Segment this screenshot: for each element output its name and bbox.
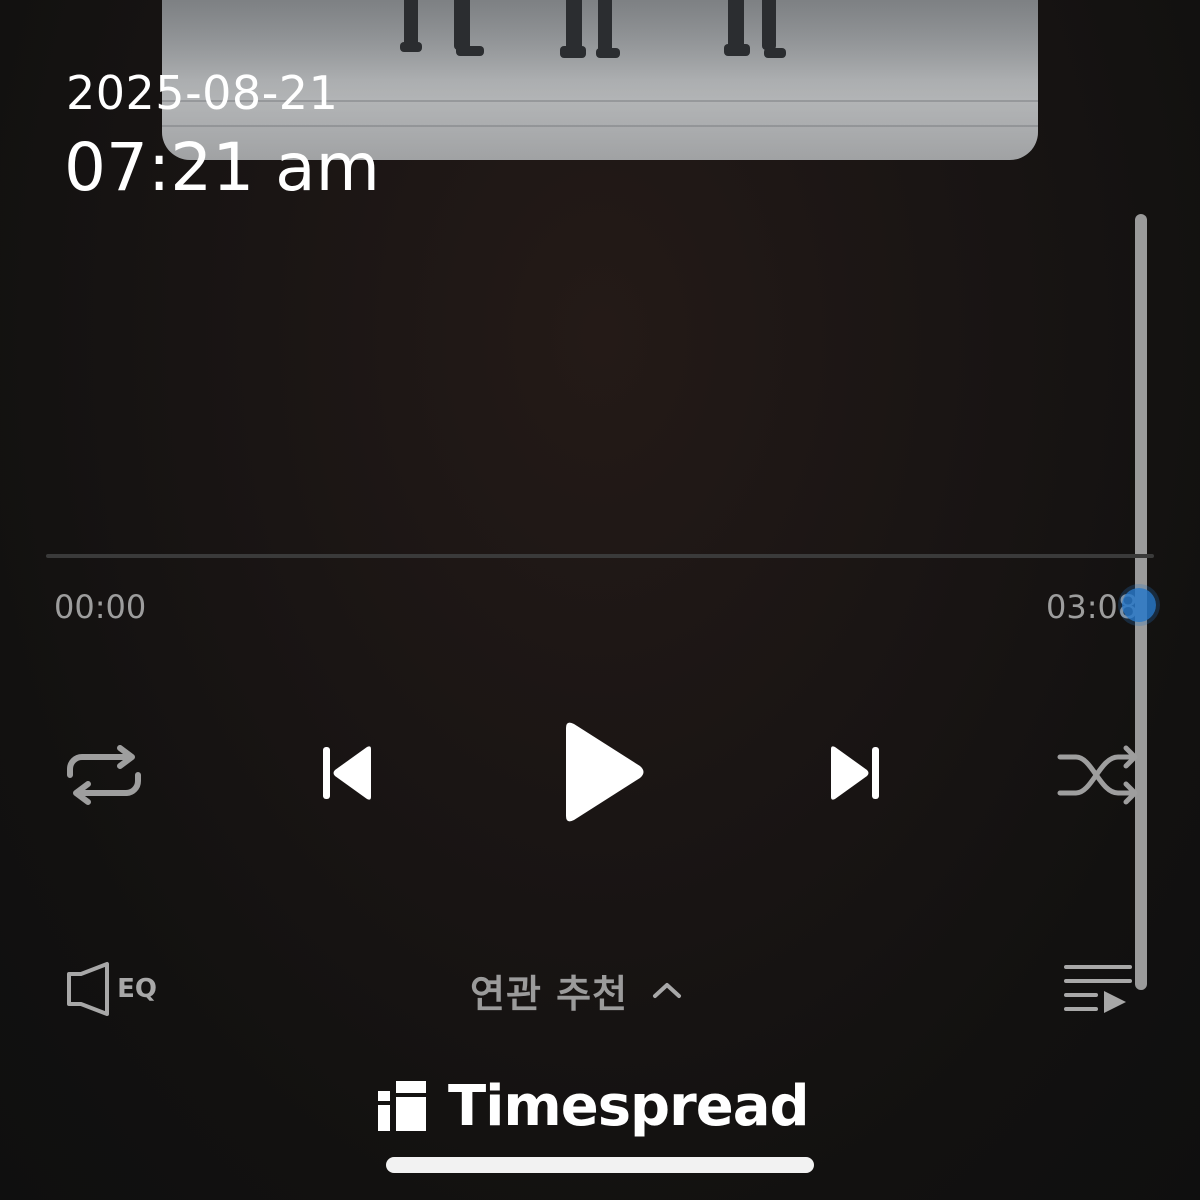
related-recommendations-label: 연관 추천 [470, 971, 629, 1016]
related-recommendations-button[interactable]: 연관 추천 [470, 962, 682, 1018]
repeat-icon [67, 745, 141, 805]
seek-bar[interactable] [46, 554, 1154, 558]
speaker-icon [67, 962, 110, 1016]
skip-next-icon [831, 746, 879, 800]
elapsed-time: 00:00 [54, 588, 147, 626]
timestamp-time: 07:21 am [64, 129, 380, 206]
playlist-queue-button[interactable] [1056, 958, 1136, 1020]
brand-watermark: Timespread [376, 1073, 810, 1139]
eq-label: EQ [117, 974, 157, 1004]
brand-name: Timespread [448, 1073, 810, 1139]
eq-button[interactable]: EQ [56, 958, 166, 1020]
skip-previous-icon [323, 746, 371, 800]
repeat-button[interactable] [58, 740, 150, 810]
timestamp-date: 2025-08-21 [66, 66, 339, 120]
chevron-up-icon [653, 983, 682, 998]
playlist-icon [1064, 965, 1132, 1013]
home-indicator[interactable] [386, 1157, 814, 1173]
play-icon [566, 722, 644, 822]
previous-track-button[interactable] [312, 738, 382, 808]
scroll-drag-handle[interactable] [1122, 588, 1156, 622]
shuffle-icon [1057, 745, 1138, 805]
timespread-logo-icon [378, 1081, 426, 1131]
shuffle-button[interactable] [1052, 738, 1144, 812]
next-track-button[interactable] [820, 738, 890, 808]
play-button[interactable] [548, 716, 652, 828]
